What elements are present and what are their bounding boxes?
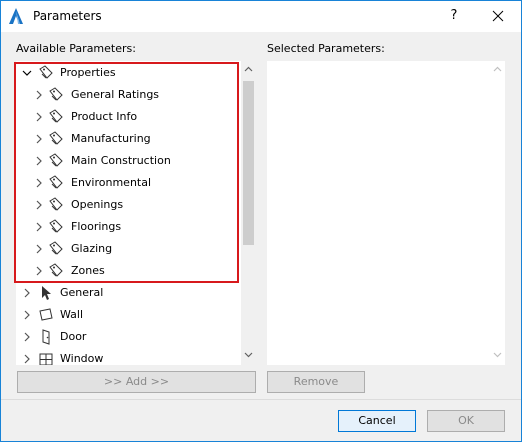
tag-icon [49,131,63,145]
parameters-dialog: Parameters ? Available Parameters: Selec… [0,0,522,442]
tree-item-manufacturing[interactable]: Manufacturing [16,128,241,150]
tree-item-label: Environmental [71,176,152,189]
tag-icon [49,153,63,167]
chevron-right-icon[interactable] [34,156,44,166]
tree-item-door[interactable]: Door [16,326,241,348]
chevron-down-icon[interactable] [22,68,32,78]
window-icon [39,353,53,365]
selected-list-scrollbar[interactable] [490,61,505,365]
cancel-button[interactable]: Cancel [338,410,416,432]
chevron-right-icon[interactable] [22,354,32,364]
footer-divider [1,399,521,400]
chevron-right-icon[interactable] [34,222,44,232]
close-button[interactable] [483,1,513,31]
tree-item-label: Manufacturing [71,132,151,145]
tree-item-label: Glazing [71,242,113,255]
chevron-right-icon[interactable] [34,266,44,276]
chevron-right-icon[interactable] [34,200,44,210]
title-bar: Parameters ? [1,1,521,32]
tag-icon [49,241,63,255]
tree-item-label: Door [60,330,87,343]
scroll-up-icon[interactable] [244,65,253,74]
tree-item-label: General Ratings [71,88,160,101]
selected-parameters-list[interactable] [267,61,491,365]
tree-item-general-ratings[interactable]: General Ratings [16,84,241,106]
close-icon [492,10,504,22]
scroll-down-icon[interactable] [493,350,502,359]
tag-icon [39,65,53,79]
tree-item-label: Wall [60,308,84,321]
remove-button[interactable]: Remove [267,371,365,393]
tree-item-label: General [60,286,104,299]
tag-icon [49,109,63,123]
scrollbar-thumb[interactable] [243,81,254,245]
tree-item-main-construction[interactable]: Main Construction [16,150,241,172]
available-parameters-tree[interactable]: Properties General Ratings Product Info … [16,61,256,365]
tree-item-properties[interactable]: Properties [16,62,241,84]
chevron-right-icon[interactable] [22,288,32,298]
tag-icon [49,263,63,277]
tree-item-environmental[interactable]: Environmental [16,172,241,194]
tree-item-label: Zones [71,264,105,277]
tag-icon [49,175,63,189]
ok-button[interactable]: OK [427,410,505,432]
tree-item-general[interactable]: General [16,282,241,304]
chevron-right-icon[interactable] [22,310,32,320]
chevron-right-icon[interactable] [34,178,44,188]
available-parameters-label: Available Parameters: [16,42,136,55]
add-button[interactable]: >> Add >> [17,371,256,393]
tree-item-label: Product Info [71,110,138,123]
tree-item-openings[interactable]: Openings [16,194,241,216]
chevron-right-icon[interactable] [34,244,44,254]
tag-icon [49,87,63,101]
chevron-right-icon[interactable] [34,134,44,144]
tree-item-wall[interactable]: Wall [16,304,241,326]
scroll-up-icon[interactable] [493,65,502,74]
tree-item-label: Floorings [71,220,122,233]
selected-parameters-label: Selected Parameters: [267,42,385,55]
chevron-right-icon[interactable] [34,112,44,122]
tree-item-label: Properties [60,66,116,79]
tree-item-product-info[interactable]: Product Info [16,106,241,128]
chevron-right-icon[interactable] [22,332,32,342]
tree-item-label: Openings [71,198,124,211]
tree-scrollbar[interactable] [241,61,256,365]
dialog-title: Parameters [33,9,102,23]
door-icon [42,329,50,345]
tag-icon [49,219,63,233]
tree-item-zones[interactable]: Zones [16,260,241,282]
scroll-down-icon[interactable] [244,350,253,359]
tree-item-floorings[interactable]: Floorings [16,216,241,238]
pointer-icon [42,286,51,300]
tree-item-label: Window [60,352,104,365]
archicad-app-icon [9,8,23,24]
help-button[interactable]: ? [439,1,469,31]
tree-item-glazing[interactable]: Glazing [16,238,241,260]
tree-item-window[interactable]: Window [16,348,241,365]
tag-icon [49,197,63,211]
wall-icon [39,308,53,321]
chevron-right-icon[interactable] [34,90,44,100]
tree-item-label: Main Construction [71,154,171,167]
